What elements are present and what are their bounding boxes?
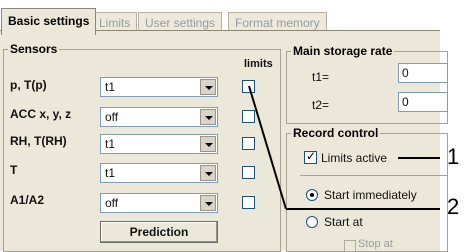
tab-basic-settings[interactable]: Basic settings — [1, 8, 97, 35]
callout-number-1: 1 — [447, 144, 460, 169]
callout-lines — [248, 85, 440, 210]
callout-number-2: 2 — [447, 194, 460, 219]
callout-line-2a — [248, 85, 287, 210]
